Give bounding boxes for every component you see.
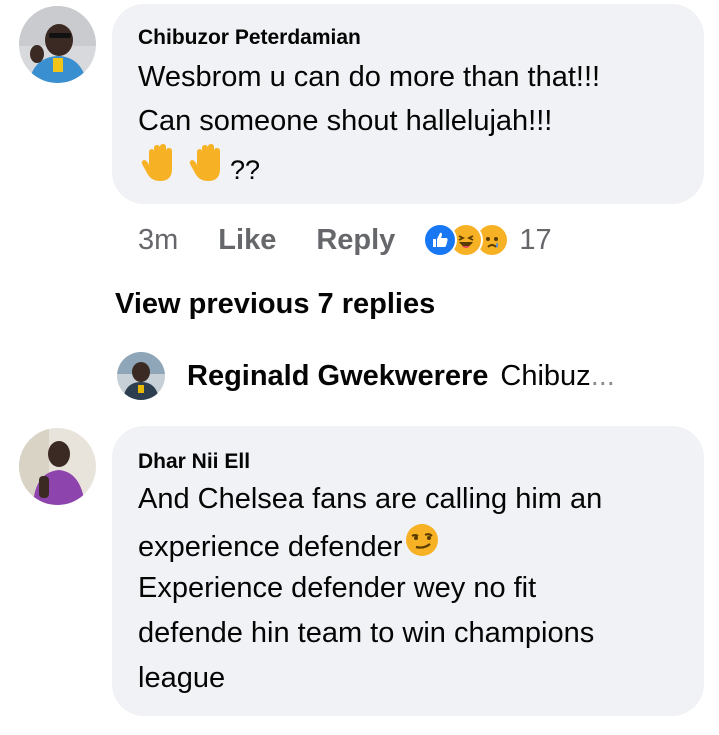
avatar[interactable]: [19, 6, 96, 83]
reply-ellipsis: ...: [590, 359, 615, 392]
latest-reply-preview[interactable]: Reginald Gwekwerere Chibuz...: [117, 352, 615, 400]
reaction-count: 17: [519, 223, 552, 256]
comment-author[interactable]: Dhar Nii Ell: [138, 450, 250, 474]
comment-timestamp[interactable]: 3m: [138, 224, 178, 257]
reply-snippet-text: Chibuz: [500, 359, 591, 392]
reactions-summary[interactable]: 17: [423, 223, 552, 257]
comment-text: experience defender: [138, 530, 403, 563]
reply-snippet: Chibuz...: [500, 360, 614, 393]
view-previous-replies-link[interactable]: View previous 7 replies: [115, 288, 435, 321]
avatar[interactable]: [19, 428, 96, 505]
comment-actions: 3m Like Reply 17: [138, 222, 552, 258]
comment-author[interactable]: Chibuzor Peterdamian: [138, 26, 361, 50]
comment-text-line: defende hin team to win champions: [138, 617, 595, 649]
raised-hand-icon: [140, 143, 180, 196]
raised-hand-icon: [188, 143, 228, 196]
comment-emoji-line: ??: [140, 143, 260, 196]
comment-text-line: Wesbrom u can do more than that!!!: [138, 61, 601, 93]
comment-text-line: And Chelsea fans are calling him an: [138, 483, 603, 515]
reply-author[interactable]: Reginald Gwekwerere: [187, 360, 488, 393]
comment-text-line: league: [138, 662, 226, 694]
like-button[interactable]: Like: [218, 224, 276, 257]
like-reaction-icon: [423, 223, 458, 257]
smirking-face-icon: [404, 522, 440, 571]
comment-text-line-with-emoji: experience defender: [138, 522, 440, 571]
comment-text-line: Experience defender wey no fit: [138, 572, 537, 604]
reply-button[interactable]: Reply: [316, 224, 395, 257]
comment-text-line: Can someone shout hallelujah!!!: [138, 105, 553, 137]
avatar[interactable]: [117, 352, 165, 400]
emoji-suffix-text: ??: [230, 154, 261, 185]
